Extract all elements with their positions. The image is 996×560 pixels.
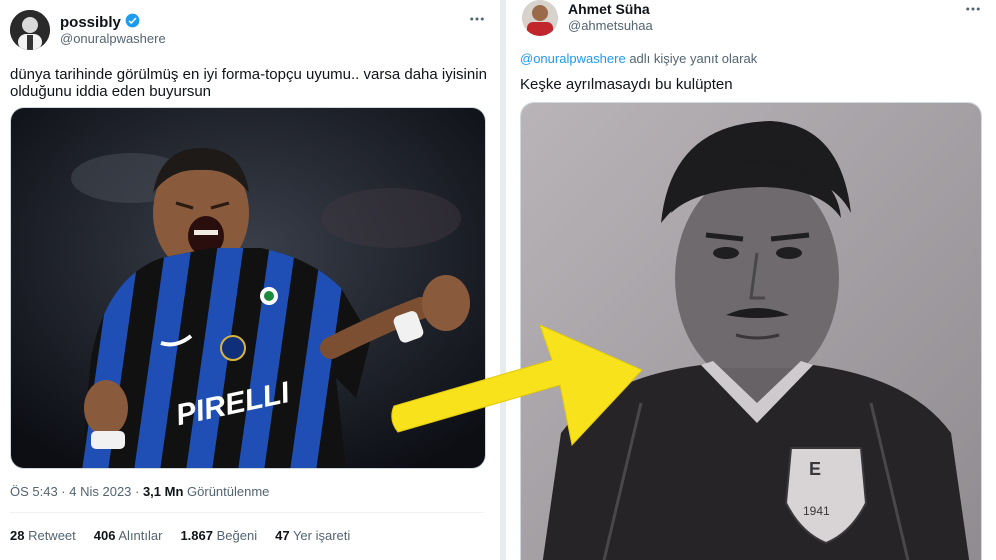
handle[interactable]: @onuralpwashere (60, 31, 166, 46)
bookmarks-stat[interactable]: 47 Yer işareti (275, 528, 350, 543)
divider (10, 512, 484, 513)
tweet-photo-vintage-player[interactable]: E 1941 (520, 102, 982, 560)
avatar-ahmet-suha[interactable] (522, 0, 558, 36)
likes-stat[interactable]: 1.867 Beğeni (180, 528, 257, 543)
tweet-photo-footballer[interactable]: PIRELLI (10, 107, 486, 469)
verified-badge-icon (125, 13, 140, 32)
replying-to: @onuralpwashere adlı kişiye yanıt olarak (520, 51, 758, 66)
display-name[interactable]: possibly (60, 13, 140, 32)
views-label: Görüntülenme (183, 484, 270, 499)
tweet-timestamp-views: ÖS 5:43 · 4 Nis 2023 · 3,1 Mn Görüntülen… (10, 484, 269, 499)
handle[interactable]: @ahmetsuhaa (568, 18, 653, 33)
more-horizontal-icon[interactable] (964, 0, 982, 23)
tweet-stats-row: 28 Retweet 406 Alıntılar 1.867 Beğeni 47… (10, 528, 350, 543)
avatar-possibly[interactable] (10, 10, 50, 50)
badge-year: 1941 (803, 504, 830, 518)
left-tweet-card: possibly @onuralpwashere dünya tarihinde… (0, 0, 500, 560)
display-name[interactable]: Ahmet Süha (568, 1, 650, 17)
views-count: 3,1 Mn (142, 484, 184, 499)
more-horizontal-icon[interactable] (468, 10, 486, 33)
quotes-stat[interactable]: 406 Alıntılar (94, 528, 163, 543)
retweets-stat[interactable]: 28 Retweet (10, 528, 76, 543)
tweet-text: Keşke ayrılmasaydı bu kulüpten (520, 76, 733, 93)
reply-mention-link[interactable]: @onuralpwashere (520, 51, 626, 66)
timestamp[interactable]: ÖS 5:43 · 4 Nis 2023 · (10, 484, 143, 499)
right-tweet-card: Ahmet Süha @ahmetsuhaa @onuralpwashere a… (506, 0, 996, 560)
tweet-text-line2: olduğunu iddia eden buyursun (10, 83, 211, 100)
svg-text:E: E (809, 459, 821, 479)
